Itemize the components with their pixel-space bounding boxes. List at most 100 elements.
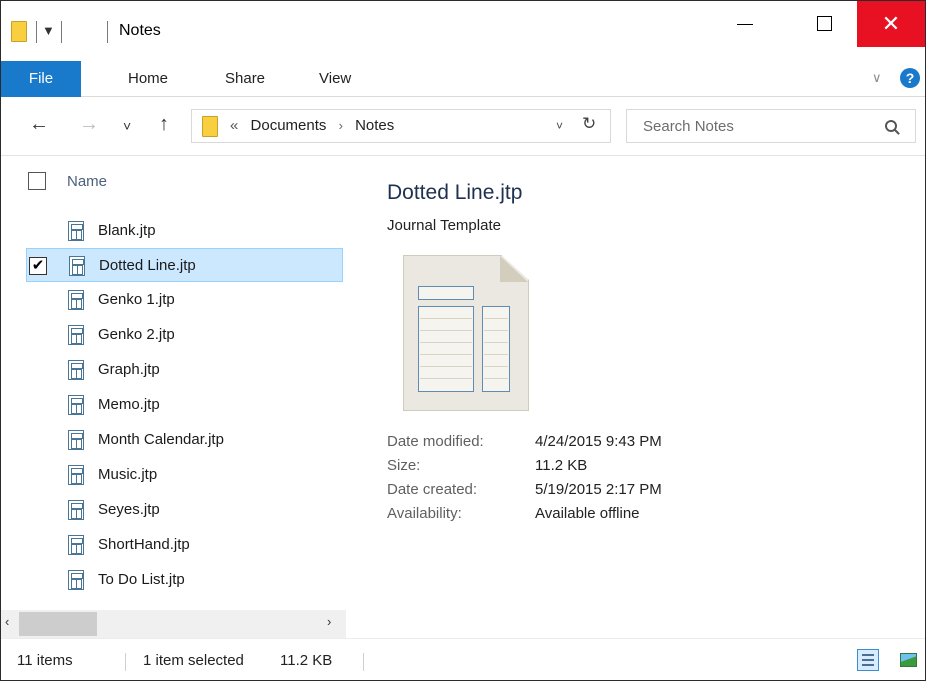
status-selection-size: 11.2 KB bbox=[280, 652, 333, 669]
thumbnail-rule bbox=[484, 330, 508, 331]
journal-template-file-icon bbox=[68, 430, 84, 450]
breadcrumb-documents[interactable]: Documents bbox=[251, 117, 327, 134]
thumbnail-rule bbox=[420, 378, 472, 379]
file-name: Memo.jtp bbox=[98, 396, 160, 413]
file-row-genko-1[interactable]: Genko 1.jtp bbox=[26, 283, 343, 317]
file-name: Dotted Line.jtp bbox=[99, 257, 196, 274]
file-row-graph[interactable]: Graph.jtp bbox=[26, 353, 343, 387]
journal-template-file-icon bbox=[68, 535, 84, 555]
tab-view[interactable]: View bbox=[319, 61, 351, 97]
thumbnail-rule bbox=[484, 378, 508, 379]
detail-label-size: Size: bbox=[387, 457, 421, 474]
page-fold bbox=[500, 256, 528, 282]
journal-template-file-icon bbox=[69, 256, 85, 276]
journal-template-file-icon bbox=[68, 465, 84, 485]
file-name: To Do List.jtp bbox=[98, 571, 185, 588]
file-row-seyes[interactable]: Seyes.jtp bbox=[26, 493, 343, 527]
up-arrow-icon[interactable]: ↑ bbox=[159, 113, 169, 136]
file-name: Month Calendar.jtp bbox=[98, 431, 224, 448]
thumbnail-rule bbox=[484, 318, 508, 319]
breadcrumb-overflow-icon[interactable]: « bbox=[230, 117, 238, 134]
file-name: Music.jtp bbox=[98, 466, 158, 483]
search-input[interactable] bbox=[627, 110, 877, 142]
file-name: Graph.jtp bbox=[98, 361, 160, 378]
details-line bbox=[862, 659, 874, 661]
detail-label-availability: Availability: bbox=[387, 505, 462, 522]
file-thumbnail bbox=[403, 255, 529, 411]
scroll-right-icon[interactable]: › bbox=[327, 614, 331, 629]
navigation-bar: ← → ˅ ↑ « Documents › Notes ˅ ↻ bbox=[1, 98, 925, 156]
detail-label-date-modified: Date modified: bbox=[387, 433, 484, 450]
journal-template-file-icon bbox=[68, 325, 84, 345]
tab-share[interactable]: Share bbox=[225, 61, 265, 97]
detail-value-size: 11.2 KB bbox=[535, 457, 588, 474]
folder-icon bbox=[11, 21, 27, 42]
back-arrow-icon[interactable]: ← bbox=[29, 113, 49, 136]
preview-file-type: Journal Template bbox=[387, 217, 501, 234]
journal-template-file-icon bbox=[68, 360, 84, 380]
details-line bbox=[862, 654, 874, 656]
file-row-to-do-list[interactable]: To Do List.jtp bbox=[26, 563, 343, 597]
expand-ribbon-icon[interactable]: ∨ bbox=[872, 70, 882, 86]
thumbnail-rule bbox=[420, 366, 472, 367]
file-row-shorthand[interactable]: ShortHand.jtp bbox=[26, 528, 343, 562]
maximize-button[interactable] bbox=[801, 1, 847, 47]
status-selection: 1 item selected bbox=[143, 652, 244, 669]
horizontal-scrollbar[interactable]: ‹ › bbox=[1, 610, 346, 638]
title-separator bbox=[61, 21, 62, 43]
details-pane: Dotted Line.jtp Journal Template Date mo… bbox=[347, 157, 925, 638]
search-box[interactable] bbox=[626, 109, 916, 143]
thumbnail-rule bbox=[420, 318, 472, 319]
file-name: Genko 1.jtp bbox=[98, 291, 175, 308]
preview-file-name: Dotted Line.jtp bbox=[387, 181, 523, 204]
file-name: Blank.jtp bbox=[98, 222, 156, 239]
file-row-dotted-line[interactable]: ✔ Dotted Line.jtp bbox=[26, 248, 343, 282]
scrollbar-thumb[interactable] bbox=[19, 612, 97, 636]
address-bar[interactable]: « Documents › Notes ˅ ↻ bbox=[191, 109, 611, 143]
quick-access-customize-icon[interactable]: ▼ bbox=[42, 23, 55, 38]
minimize-button[interactable] bbox=[721, 1, 767, 47]
window-title: Notes bbox=[119, 22, 161, 39]
refresh-icon[interactable]: ↻ bbox=[582, 114, 596, 134]
file-name: Seyes.jtp bbox=[98, 501, 160, 518]
file-row-blank[interactable]: Blank.jtp bbox=[26, 214, 343, 248]
help-icon[interactable]: ? bbox=[900, 68, 920, 88]
title-separator bbox=[36, 21, 37, 43]
breadcrumb: « Documents › Notes bbox=[230, 117, 394, 134]
file-name: Genko 2.jtp bbox=[98, 326, 175, 343]
chevron-right-icon[interactable]: › bbox=[339, 118, 343, 133]
explorer-window: ▼ Notes ✕ File Home Share View ∨ ? ← → ˅… bbox=[0, 0, 926, 681]
detail-value-date-created: 5/19/2015 2:17 PM bbox=[535, 481, 662, 498]
journal-template-file-icon bbox=[68, 500, 84, 520]
breadcrumb-notes[interactable]: Notes bbox=[355, 117, 394, 134]
address-dropdown-icon[interactable]: ˅ bbox=[556, 119, 563, 133]
thumbnail-rule bbox=[484, 366, 508, 367]
thumbnail-rule bbox=[420, 354, 472, 355]
file-row-month-calendar[interactable]: Month Calendar.jtp bbox=[26, 423, 343, 457]
search-icon[interactable] bbox=[885, 120, 897, 132]
scroll-left-icon[interactable]: ‹ bbox=[5, 614, 9, 629]
row-checkbox[interactable]: ✔ bbox=[29, 257, 47, 275]
file-row-genko-2[interactable]: Genko 2.jtp bbox=[26, 318, 343, 352]
recent-locations-chevron-icon[interactable]: ˅ bbox=[123, 118, 131, 134]
tab-home[interactable]: Home bbox=[128, 61, 168, 97]
close-button[interactable]: ✕ bbox=[857, 1, 925, 47]
thumbnail-rule bbox=[484, 354, 508, 355]
close-icon: ✕ bbox=[881, 11, 901, 36]
tab-file[interactable]: File bbox=[1, 61, 81, 97]
title-separator bbox=[107, 21, 108, 43]
file-row-memo[interactable]: Memo.jtp bbox=[26, 388, 343, 422]
detail-value-availability: Available offline bbox=[535, 505, 640, 522]
status-separator bbox=[125, 653, 126, 671]
file-row-music[interactable]: Music.jtp bbox=[26, 458, 343, 492]
large-icons-view-icon[interactable] bbox=[897, 649, 919, 671]
status-item-count: 11 items bbox=[17, 652, 73, 669]
column-header-name[interactable]: Name bbox=[67, 173, 107, 190]
details-view-icon[interactable] bbox=[857, 649, 879, 671]
forward-arrow-icon[interactable]: → bbox=[79, 113, 99, 136]
maximize-icon bbox=[817, 16, 832, 31]
minimize-icon bbox=[737, 24, 753, 25]
thumbnail-rule bbox=[420, 330, 472, 331]
select-all-checkbox[interactable] bbox=[28, 172, 46, 190]
thumbnail-rule bbox=[484, 342, 508, 343]
